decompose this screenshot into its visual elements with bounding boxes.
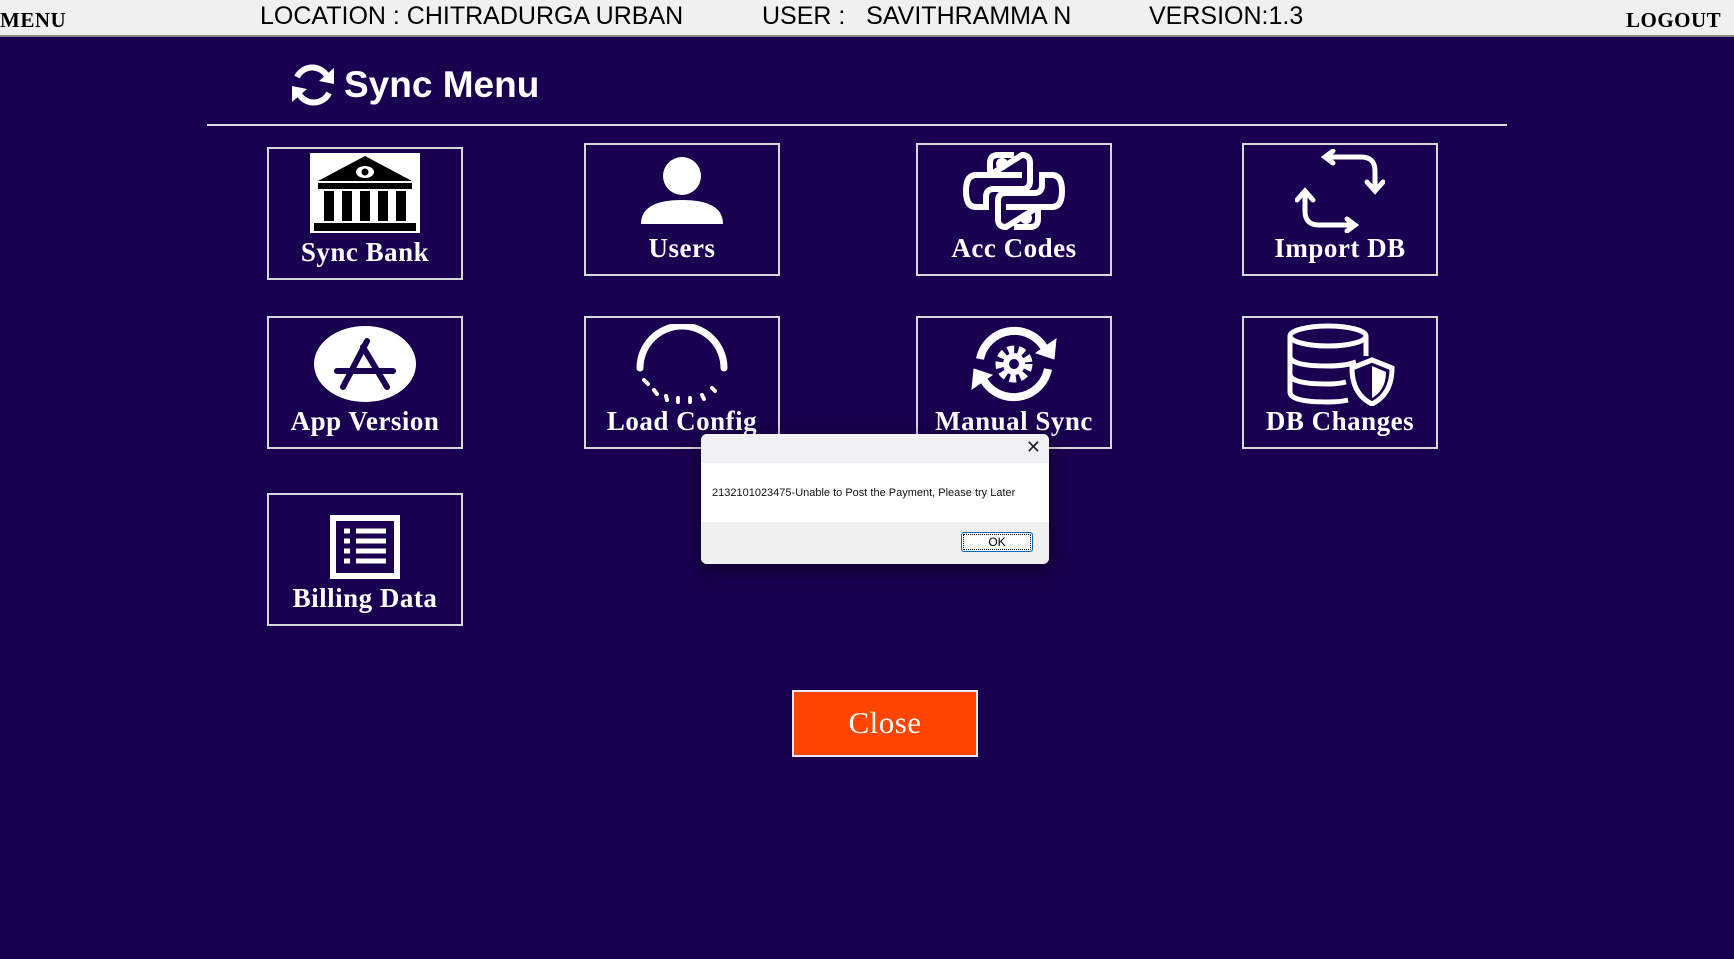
bank-icon: [269, 153, 461, 233]
tile-label: Import DB: [1274, 233, 1406, 263]
location-label: LOCATION : CHITRADURGA URBAN: [260, 2, 684, 30]
list-icon: [269, 507, 461, 587]
menu-link[interactable]: MENU: [0, 8, 66, 33]
dialog-footer: OK: [701, 522, 1049, 564]
sync-bank-tile[interactable]: Sync Bank: [267, 147, 463, 280]
close-icon[interactable]: ✕: [1026, 437, 1041, 458]
tile-label: Users: [648, 233, 716, 263]
import-icon: [1244, 149, 1436, 233]
ok-button[interactable]: OK: [961, 532, 1033, 552]
gear-sync-icon: [918, 324, 1110, 404]
app-store-icon: [269, 324, 461, 404]
close-button[interactable]: Close: [792, 690, 978, 757]
load-config-tile[interactable]: Load Config: [584, 316, 780, 449]
sync-icon: [292, 64, 334, 106]
tile-label: Billing Data: [292, 583, 438, 613]
loading-icon: [586, 324, 778, 404]
logout-link[interactable]: LOGOUT: [1626, 8, 1721, 33]
tile-label: Sync Bank: [300, 237, 430, 267]
tile-label: Acc Codes: [951, 233, 1077, 263]
tile-label: Manual Sync: [935, 406, 1093, 436]
app-version-tile[interactable]: App Version: [267, 316, 463, 449]
user-label: USER : SAVITHRAMMA N: [762, 2, 1072, 30]
python-icon: [918, 151, 1110, 231]
top-bar: MENU LOCATION : CHITRADURGA URBAN USER :…: [0, 0, 1734, 37]
user-icon: [586, 151, 778, 231]
import-db-tile[interactable]: Import DB: [1242, 143, 1438, 276]
db-changes-tile[interactable]: DB Changes: [1242, 316, 1438, 449]
title-text: Sync Menu: [344, 64, 540, 105]
tile-label: Load Config: [606, 406, 758, 436]
acc-codes-tile[interactable]: Acc Codes: [916, 143, 1112, 276]
divider: [207, 124, 1507, 126]
version-label: VERSION:1.3: [1149, 2, 1304, 30]
users-tile[interactable]: Users: [584, 143, 780, 276]
error-dialog: ✕ 2132101023475-Unable to Post the Payme…: [701, 434, 1049, 564]
tile-label: App Version: [290, 406, 440, 436]
database-shield-icon: [1244, 323, 1436, 406]
page-title: Sync Menu: [288, 62, 539, 108]
dialog-titlebar: ✕: [701, 434, 1049, 463]
dialog-message: 2132101023475-Unable to Post the Payment…: [712, 487, 1016, 499]
billing-data-tile[interactable]: Billing Data: [267, 493, 463, 626]
tile-label: DB Changes: [1265, 406, 1415, 436]
manual-sync-tile[interactable]: Manual Sync: [916, 316, 1112, 449]
